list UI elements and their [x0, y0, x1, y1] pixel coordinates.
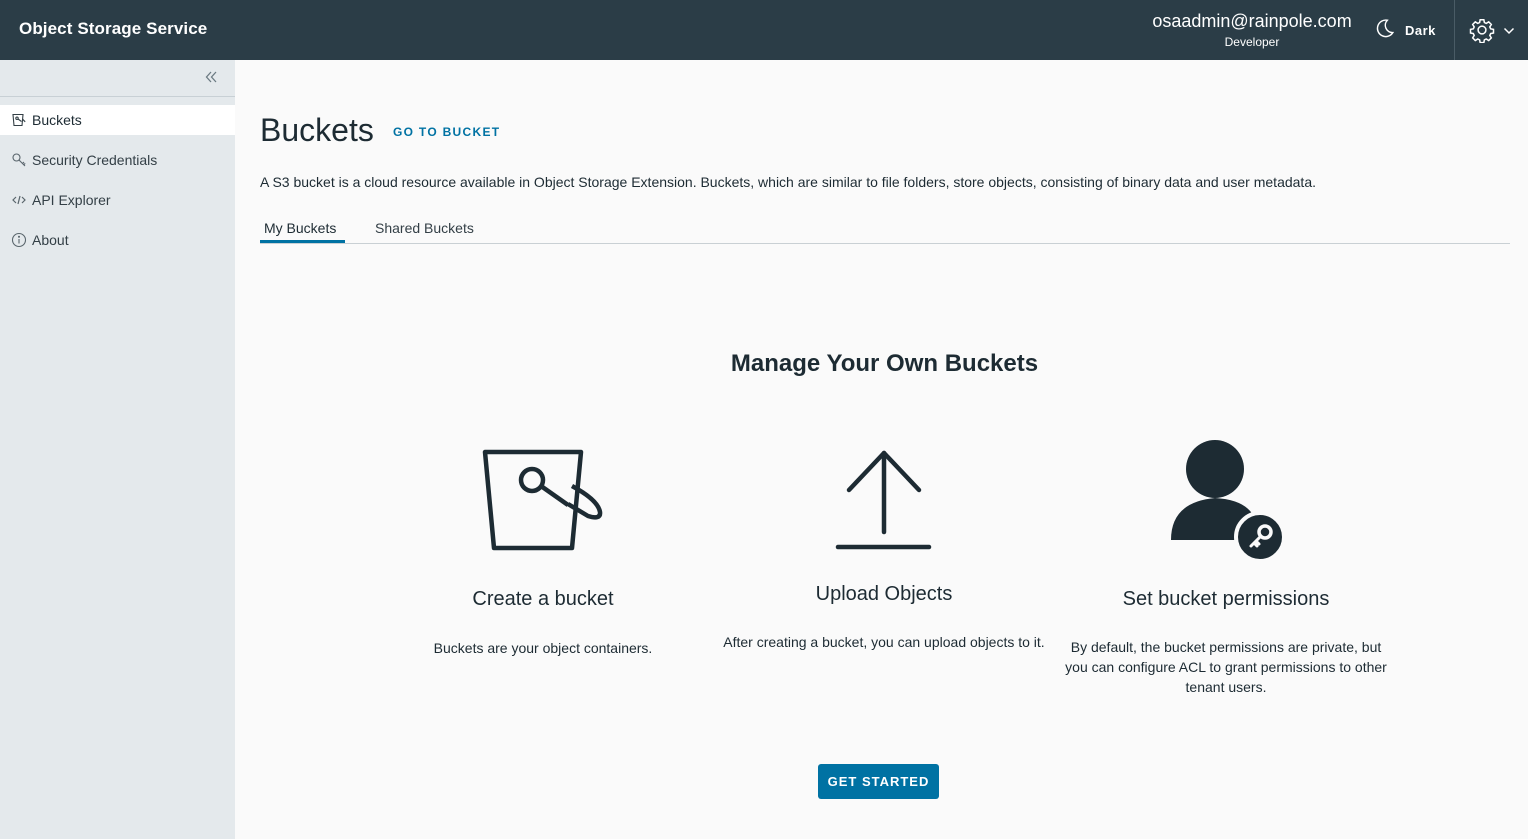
code-icon [11, 192, 27, 208]
sidebar-nav: Buckets Security Credentials API Explore… [0, 105, 235, 265]
feature-title: Upload Objects [815, 583, 953, 605]
user-role: Developer [1224, 35, 1280, 49]
header-divider [1454, 0, 1455, 60]
active-tab-indicator [260, 240, 345, 243]
get-started-button[interactable]: GET STARTED [818, 764, 939, 799]
sidebar-item-buckets[interactable]: Buckets [0, 105, 235, 135]
sidebar-item-security-credentials[interactable]: Security Credentials [0, 145, 235, 175]
feature-description: Buckets are your object containers. [433, 640, 653, 656]
section-title: Manage Your Own Buckets [730, 350, 1039, 377]
tab-shared-buckets[interactable]: Shared Buckets [375, 220, 474, 236]
feature-description-block: After creating a bucket, you can upload … [723, 632, 1045, 652]
bucket-tabs: My Buckets Shared Buckets [260, 213, 1510, 244]
feature-description: By default, the bucket permissions are p… [1065, 639, 1387, 695]
user-key-icon [1168, 438, 1288, 563]
moon-icon [1374, 17, 1396, 44]
feature-title: Set bucket permissions [1122, 588, 1330, 610]
gear-icon [1469, 17, 1495, 48]
page-description: A S3 bucket is a cloud resource availabl… [260, 174, 1316, 190]
page-title: Buckets [260, 112, 374, 148]
bucket-icon [476, 440, 606, 555]
feature-block: Set bucket permissions [1065, 588, 1387, 611]
main-content: Buckets GO TO BUCKET A S3 bucket is a cl… [235, 60, 1528, 839]
settings-menu[interactable] [1469, 17, 1515, 48]
theme-toggle[interactable]: Dark [1374, 17, 1436, 43]
double-chevron-left-icon [202, 71, 220, 90]
feature-block: Upload Objects [723, 583, 1045, 606]
info-icon [11, 232, 27, 248]
feature-title: Create a bucket [472, 588, 614, 610]
tab-my-buckets[interactable]: My Buckets [264, 220, 336, 236]
feature-block: Create a bucket [403, 588, 683, 611]
user-menu[interactable]: osaadmin@rainpole.com Developer [1138, 10, 1366, 50]
key-icon [11, 152, 27, 168]
top-header: Object Storage Service osaadmin@rainpole… [0, 0, 1528, 60]
feature-description-block: By default, the bucket permissions are p… [1065, 637, 1387, 697]
sidebar-divider [0, 96, 235, 97]
feature-description: After creating a bucket, you can upload … [723, 634, 1045, 650]
sidebar-item-about[interactable]: About [0, 225, 235, 255]
sidebar-item-label: About [32, 232, 69, 248]
sidebar: Buckets Security Credentials API Explore… [0, 60, 235, 839]
sidebar-item-label: Security Credentials [32, 152, 158, 168]
sidebar-collapse-button[interactable] [202, 68, 220, 86]
sidebar-item-label: API Explorer [32, 192, 111, 208]
feature-description-block: Buckets are your object containers. [403, 638, 683, 658]
sidebar-item-label: Buckets [32, 112, 82, 128]
app-title[interactable]: Object Storage Service [19, 19, 207, 39]
chevron-down-icon [1495, 24, 1515, 42]
go-to-bucket-link[interactable]: GO TO BUCKET [393, 125, 500, 139]
user-email: osaadmin@rainpole.com [1152, 11, 1352, 31]
upload-icon [833, 448, 933, 553]
bucket-icon [11, 112, 27, 128]
theme-label: Dark [1405, 22, 1436, 38]
sidebar-item-api-explorer[interactable]: API Explorer [0, 185, 235, 215]
